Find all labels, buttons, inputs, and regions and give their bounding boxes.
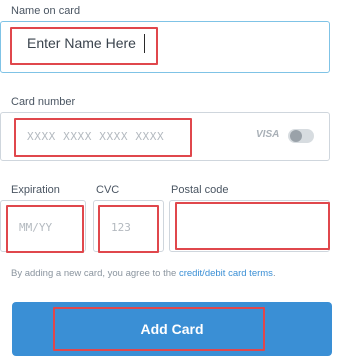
highlight-box-postal-code: [175, 202, 330, 250]
postal-code-label: Postal code: [171, 184, 229, 196]
visa-brand-icon: VISA: [256, 129, 280, 140]
highlight-box-add-card: [53, 307, 265, 351]
highlight-box-card-number: [14, 118, 192, 157]
expiration-label: Expiration: [11, 184, 60, 196]
name-on-card-label: Name on card: [11, 5, 81, 17]
toggle-knob[interactable]: [290, 130, 302, 142]
highlight-box-name: [10, 27, 158, 65]
terms-notice: By adding a new card, you agree to the c…: [11, 268, 276, 279]
highlight-box-cvc: [98, 205, 159, 253]
cvc-label: CVC: [96, 184, 120, 196]
terms-text: By adding a new card, you agree to the: [11, 268, 179, 279]
highlight-box-expiration: [6, 205, 84, 253]
card-number-label: Card number: [11, 96, 76, 108]
card-terms-link[interactable]: credit/debit card terms: [179, 268, 273, 279]
terms-suffix: .: [272, 268, 276, 279]
